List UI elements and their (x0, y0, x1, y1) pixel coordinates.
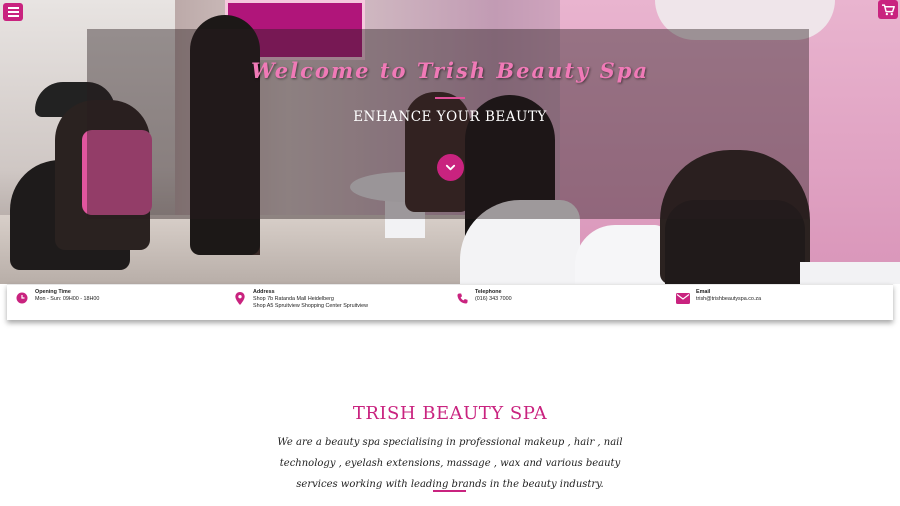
info-value: Shop A5 Spruitview Shopping Center Sprui… (253, 303, 369, 309)
hero-banner: Welcome to Trish Beauty Spa ENHANCE YOUR… (0, 0, 900, 284)
hamburger-line (7, 15, 19, 17)
info-value[interactable]: trish@trishbeautyspa.co.za (696, 296, 761, 303)
info-value[interactable]: (016) 343 7000 (475, 296, 512, 303)
info-label: Email (696, 289, 711, 295)
cart-button[interactable] (878, 0, 898, 19)
hamburger-line (7, 11, 19, 13)
info-value: Mon - Sun: 09H00 - 18H00 (35, 296, 100, 302)
hamburger-menu-icon (7, 7, 19, 9)
hero-subtitle: ENHANCE YOUR BEAUTY (353, 109, 547, 125)
shopping-cart-icon (881, 3, 895, 15)
info-value: Shop 7b Ratanda Mall Heidelberg (253, 296, 334, 302)
envelope-icon (675, 291, 690, 305)
menu-button[interactable] (3, 3, 23, 21)
about-description: We are a beauty spa specialising in prof… (277, 437, 623, 490)
info-email: Email trish@trishbeautyspa.co.za (675, 289, 761, 305)
info-label: Opening Time (35, 289, 71, 295)
info-address: Address Shop 7b Ratanda Mall Heidelberg … (233, 289, 368, 310)
hero-photo-white-chair-2 (575, 225, 665, 284)
hero-photo-nail-bar (800, 262, 900, 284)
about-title: TRISH BEAUTY SPA (352, 403, 548, 424)
info-opening-time: Opening Time Mon - Sun: 09H00 - 18H00 (15, 289, 99, 305)
info-label: Telephone (475, 289, 502, 295)
map-pin-icon (233, 291, 247, 305)
contact-info-bar: Opening Time Mon - Sun: 09H00 - 18H00 Ad… (7, 284, 893, 320)
phone-icon (455, 291, 469, 305)
clock-icon (15, 291, 29, 305)
hero-divider (435, 97, 465, 99)
about-divider (433, 490, 466, 492)
chevron-down-icon (445, 164, 456, 171)
hero-title: Welcome to Trish Beauty Spa (250, 58, 650, 83)
scroll-down-button[interactable] (437, 154, 464, 181)
info-telephone: Telephone (016) 343 7000 (455, 289, 512, 305)
info-label: Address (253, 289, 275, 295)
